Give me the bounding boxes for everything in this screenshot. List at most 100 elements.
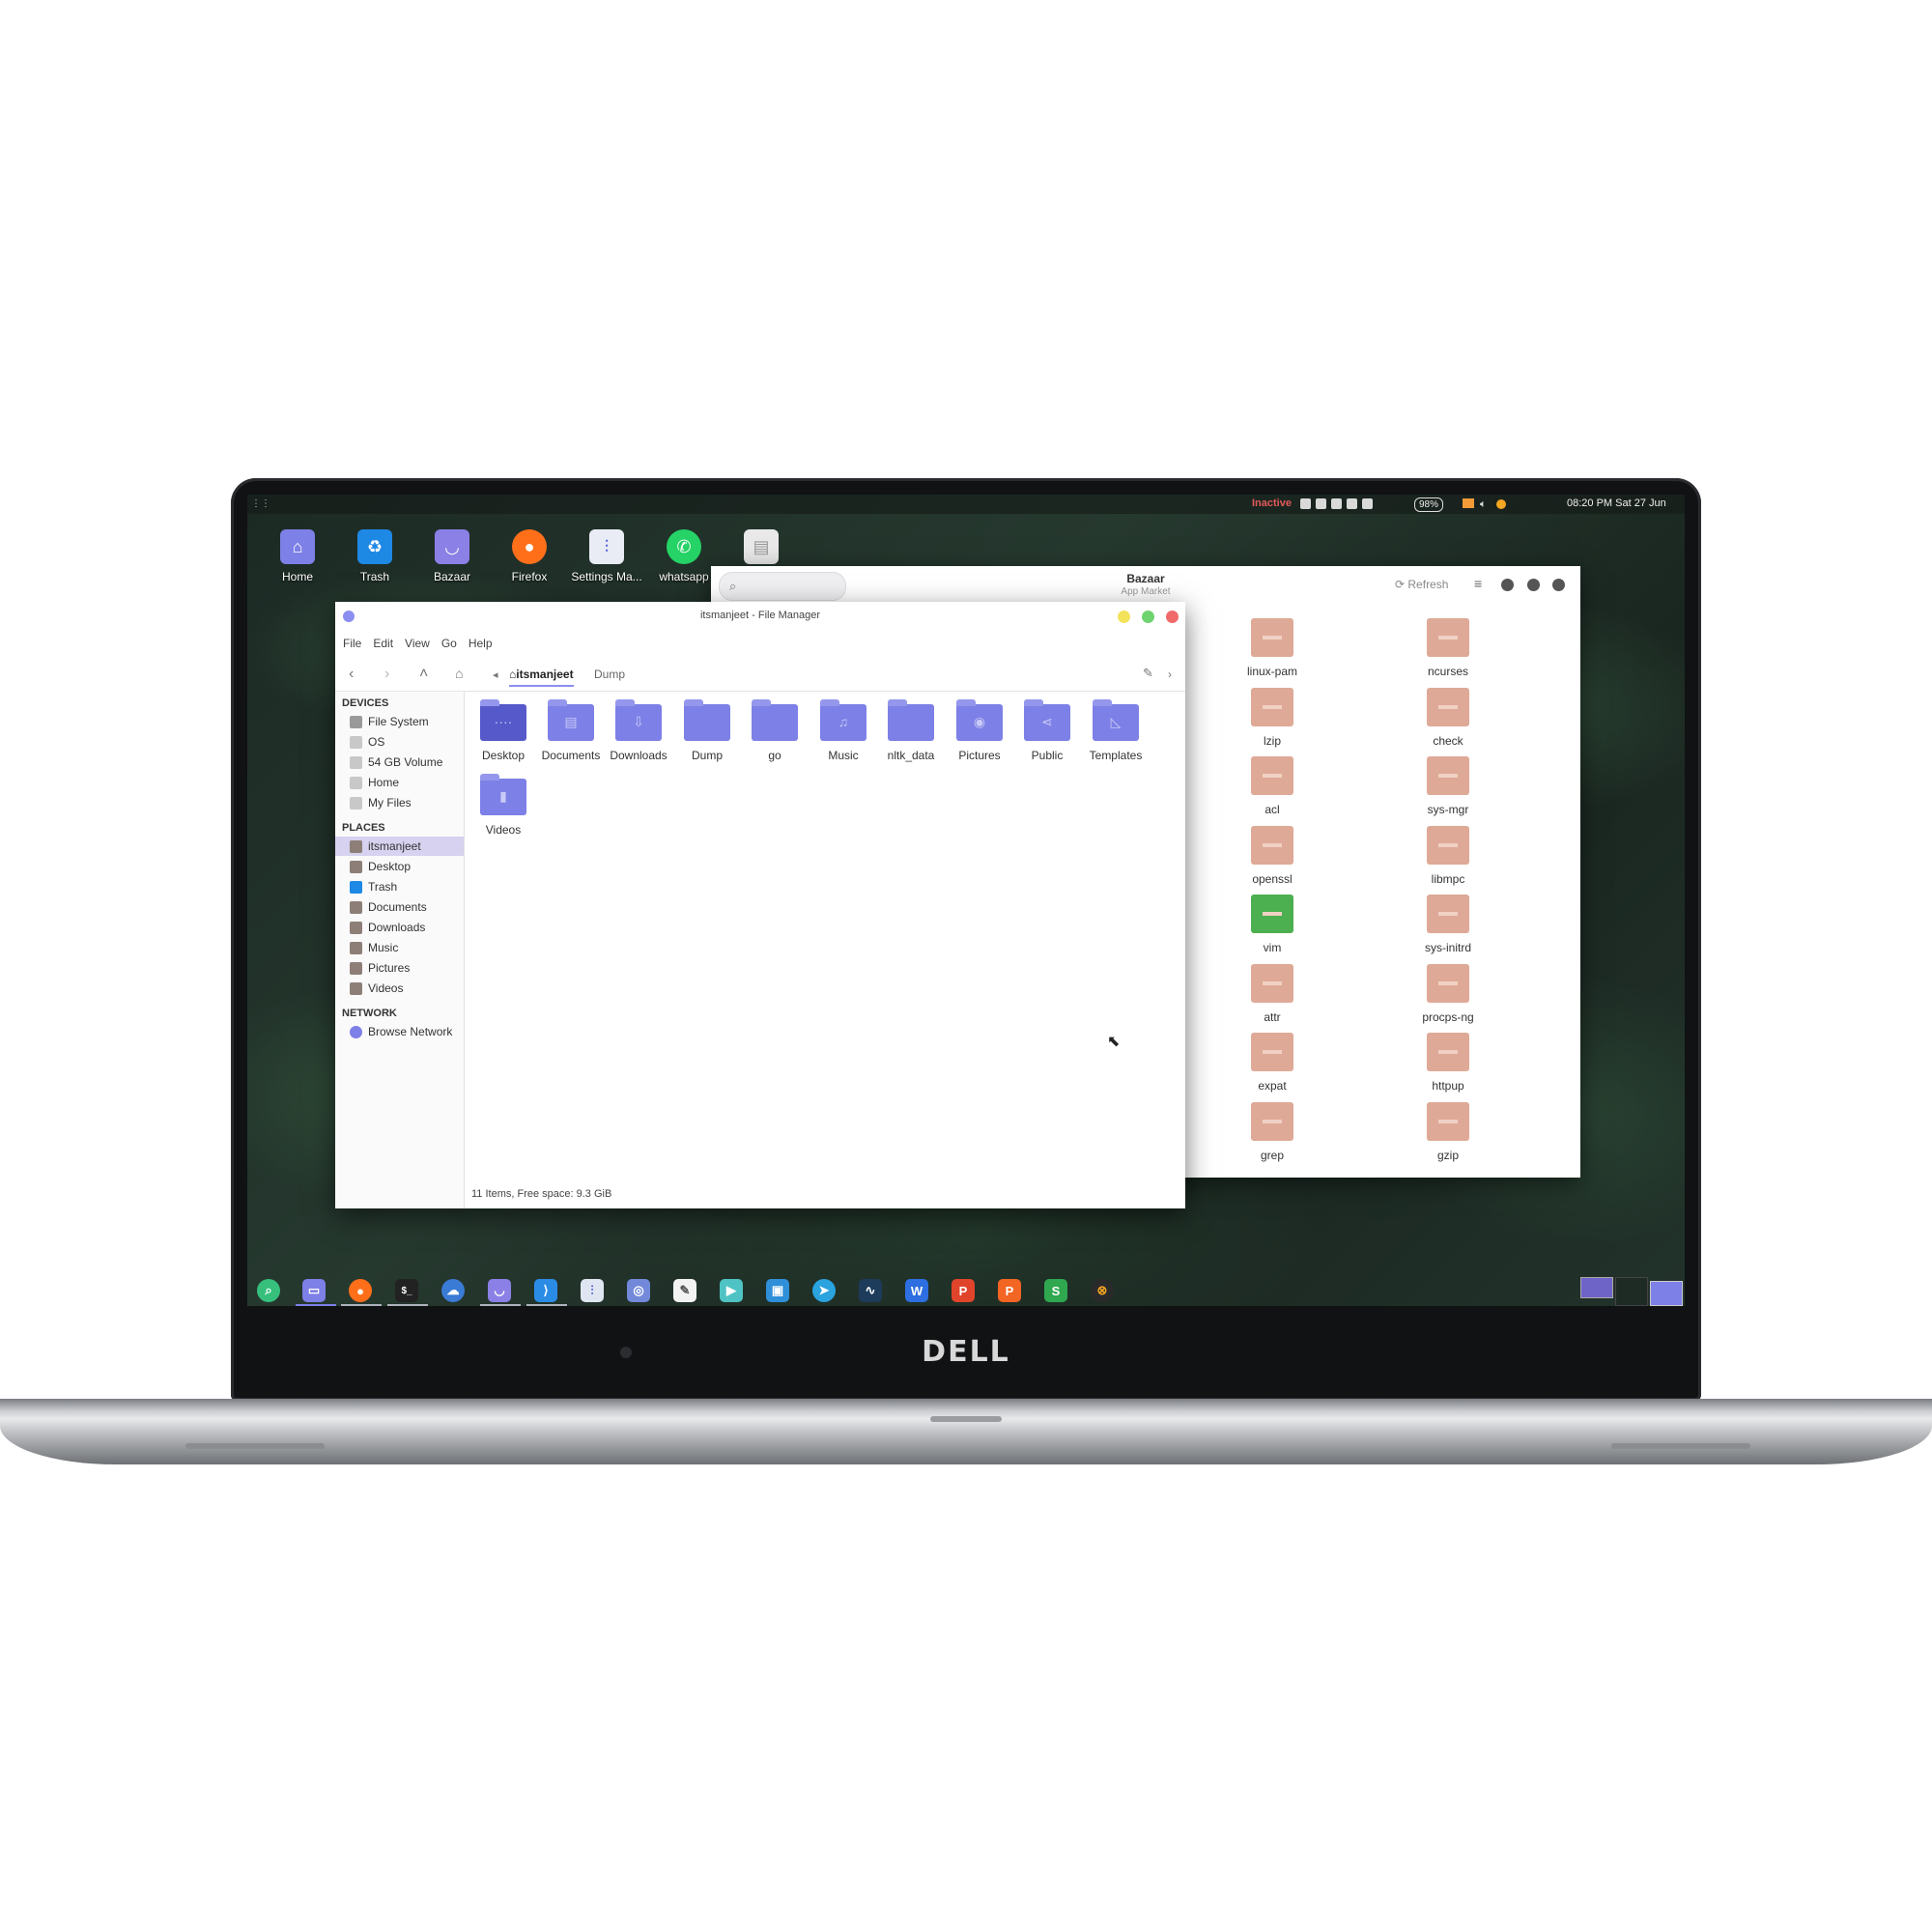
update-icon[interactable] [1496,499,1506,509]
menu-edit[interactable]: Edit [373,637,393,650]
menu-view[interactable]: View [405,637,430,650]
bazaar-icon[interactable]: ◡ [488,1279,511,1302]
file-manager-icon[interactable]: ▭ [302,1279,326,1302]
folder-item-templates[interactable]: ◺ Templates [1082,699,1150,762]
sidebar-item-home-device[interactable]: Home [335,773,464,792]
notification-icon[interactable] [1331,497,1342,509]
sidebar-item-desktop[interactable]: Desktop [335,857,464,876]
package-item[interactable]: attr [1219,964,1325,1024]
writer-icon[interactable]: W [905,1279,928,1302]
folder-item-dump[interactable]: Dump [673,699,741,762]
app-icon[interactable]: ⊗ [1091,1279,1114,1302]
sidebar-item-downloads[interactable]: Downloads [335,918,464,937]
sidebar-item-pictures[interactable]: Pictures [335,958,464,978]
package-item[interactable]: gzip [1395,1102,1501,1162]
network-icon[interactable] [1300,497,1311,509]
titlebar[interactable]: itsmanjeet - File Manager [335,602,1185,631]
workspace-2-thumbnail[interactable] [1615,1277,1648,1306]
folder-item-nltk-data[interactable]: nltk_data [877,699,945,762]
package-item[interactable]: sys-mgr [1395,756,1501,816]
desktop-icon-bazaar[interactable]: ◡ Bazaar [413,529,491,583]
sidebar-item-volume[interactable]: 54 GB Volume [335,753,464,772]
spreadsheet-icon[interactable]: S [1044,1279,1067,1302]
folder-item-go[interactable]: go [741,699,809,762]
sidebar-item-os[interactable]: OS [335,732,464,752]
breadcrumb-dump[interactable]: Dump [594,668,625,681]
video-editor-icon[interactable]: ▶ [720,1279,743,1302]
edit-location-icon[interactable]: ✎ [1143,666,1153,681]
display-icon[interactable] [1362,497,1373,509]
close-button[interactable] [1552,579,1565,591]
menu-help[interactable]: Help [469,637,493,650]
battery-indicator[interactable]: 98% [1414,497,1444,512]
package-item[interactable]: procps-ng [1395,964,1501,1024]
vscode-icon[interactable]: ⟩ [534,1279,557,1302]
menu-file[interactable]: File [343,637,361,650]
sidebar-item-documents[interactable]: Documents [335,897,464,917]
package-item[interactable]: grep [1219,1102,1325,1162]
folder-item-pictures[interactable]: ◉ Pictures [946,699,1013,762]
folder-item-documents[interactable]: ▤ Documents [537,699,605,762]
package-item[interactable]: httpup [1395,1033,1501,1093]
sidebar-item-my-files[interactable]: My Files [335,793,464,812]
folder-item-downloads[interactable]: ⇩ Downloads [605,699,672,762]
clipboard-icon[interactable] [1316,497,1326,509]
minimize-button[interactable] [1118,611,1130,623]
sidebar-item-videos[interactable]: Videos [335,979,464,998]
terminal-icon[interactable]: $_ [395,1279,418,1302]
discord-icon[interactable]: ◎ [627,1279,650,1302]
package-item[interactable]: libmpc [1395,826,1501,886]
package-item[interactable]: lzip [1219,688,1325,748]
clock[interactable]: 08:20 PM Sat 27 Jun [1567,497,1666,509]
settings-icon[interactable]: ⫶ [581,1279,604,1302]
package-item[interactable]: acl [1219,756,1325,816]
package-item[interactable]: ncurses [1395,618,1501,678]
sidebar-item-browse-network[interactable]: Browse Network [335,1022,464,1041]
refresh-button[interactable]: ⟳ Refresh [1395,578,1448,591]
minimize-button[interactable] [1501,579,1514,591]
maximize-button[interactable] [1527,579,1540,591]
desktop-icon-trash[interactable]: ♻ Trash [336,529,413,583]
workspace-3-thumbnail[interactable] [1650,1281,1683,1306]
folder-item-public[interactable]: ⋖ Public [1013,699,1081,762]
package-item[interactable]: openssl [1219,826,1325,886]
sidebar-item-music[interactable]: Music [335,938,464,957]
folder-item-videos[interactable]: ▮ Videos [469,774,537,837]
volume-icon[interactable]: 🔈︎ [1480,498,1487,511]
breadcrumb-home[interactable]: ⌂itsmanjeet [509,668,574,687]
folder-item-music[interactable]: ♫ Music [810,699,877,762]
app-grid-icon[interactable]: ⋮⋮ [251,498,270,510]
package-item[interactable]: check [1395,688,1501,748]
text-editor-icon[interactable]: ✎ [673,1279,696,1302]
desktop-icon-document[interactable]: ▤ [723,529,800,570]
image-viewer-icon[interactable]: ▣ [766,1279,789,1302]
pdf-icon[interactable]: P [952,1279,975,1302]
back-icon[interactable]: ‹ [349,666,354,683]
folder-item-desktop[interactable]: ···· Desktop [469,699,537,762]
workspace-1-thumbnail[interactable] [1580,1277,1613,1298]
desktop-icon-settings[interactable]: ⫶ Settings Ma... [568,529,645,583]
status-indicator[interactable]: Inactive [1252,497,1292,509]
home-icon[interactable]: ⌂ [455,666,463,681]
package-item[interactable]: sys-initrd [1395,895,1501,954]
firefox-icon[interactable]: ● [349,1279,372,1302]
hamburger-menu-icon[interactable]: ≡ [1474,576,1482,591]
breadcrumb-left-icon[interactable]: ◂ [493,668,498,681]
telegram-icon[interactable]: ➤ [812,1279,836,1302]
desktop-icon-home[interactable]: ⌂ Home [259,529,336,583]
system-monitor-icon[interactable]: ∿ [859,1279,882,1302]
sidebar-item-file-system[interactable]: File System [335,712,464,731]
breadcrumb-right-icon[interactable]: › [1168,668,1172,681]
maximize-button[interactable] [1142,611,1154,623]
forward-icon[interactable]: › [384,666,389,683]
sidebar-item-trash[interactable]: Trash [335,877,464,896]
package-item[interactable]: linux-pam [1219,618,1325,678]
search-icon[interactable]: ⌕ [257,1279,280,1302]
menu-go[interactable]: Go [441,637,457,650]
package-item[interactable]: vim [1219,895,1325,954]
close-button[interactable] [1166,611,1179,623]
sidebar-item-itsmanjeet[interactable]: itsmanjeet [335,837,464,856]
package-item[interactable]: expat [1219,1033,1325,1093]
chat-icon[interactable]: ☁ [441,1279,465,1302]
up-icon[interactable]: ˄ [419,666,428,683]
